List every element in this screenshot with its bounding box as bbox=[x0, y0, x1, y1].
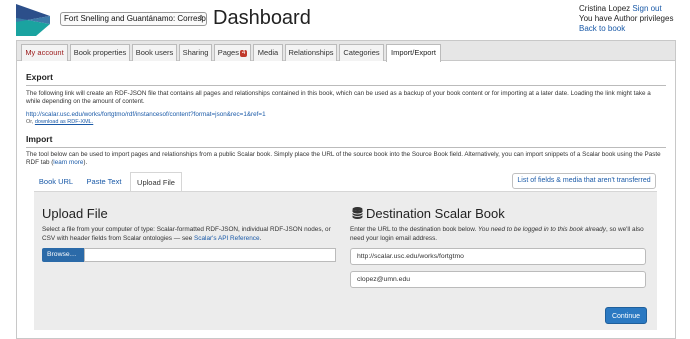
tabs-bar: My account Book properties Book users Sh… bbox=[17, 41, 675, 62]
browse-button[interactable]: Browse… bbox=[42, 248, 84, 262]
tab-relationships[interactable]: Relationships bbox=[285, 44, 337, 61]
database-icon bbox=[352, 207, 363, 219]
tab-paste-text[interactable]: Paste Text bbox=[80, 172, 128, 191]
destination-heading: Destination Scalar Book bbox=[366, 206, 505, 221]
tab-my-account[interactable]: My account bbox=[21, 44, 68, 61]
login-email-input[interactable]: clopez@umn.edu bbox=[350, 271, 646, 288]
api-reference-link[interactable]: Scalar's API Reference bbox=[194, 235, 260, 242]
learn-more-link[interactable]: learn more bbox=[53, 159, 83, 166]
user-box: Cristina Lopez Sign out You have Author … bbox=[579, 4, 673, 34]
tab-book-url[interactable]: Book URL bbox=[34, 172, 78, 191]
import-heading: Import bbox=[26, 134, 53, 144]
destination-description: Enter the URL to the destination book be… bbox=[350, 225, 646, 243]
tab-pages[interactable]: Pages 4 bbox=[214, 44, 251, 61]
book-select[interactable]: Fort Snelling and Guantánamo: Corresp ⇕ bbox=[60, 12, 207, 26]
import-description: The tool below can be used to import pag… bbox=[26, 151, 666, 167]
continue-button[interactable]: Continue bbox=[605, 307, 647, 324]
page-title: Dashboard bbox=[213, 7, 311, 29]
chevron-updown-icon: ⇕ bbox=[198, 15, 204, 22]
or-text: Or, bbox=[26, 119, 34, 125]
back-to-book-link[interactable]: Back to book bbox=[579, 24, 625, 33]
tab-book-users[interactable]: Book users bbox=[132, 44, 177, 61]
tab-import-export[interactable]: Import/Export bbox=[386, 44, 441, 62]
upload-panel: Upload File Select a file from your comp… bbox=[34, 191, 657, 330]
destination-description-emphasis: You need to be logged in to this book al… bbox=[478, 226, 606, 233]
untransferred-fields-button[interactable]: List of fields & media that aren't trans… bbox=[512, 173, 656, 189]
pages-count-badge: 4 bbox=[239, 50, 248, 57]
upload-description-text: Select a file from your computer of type… bbox=[42, 226, 331, 242]
rdf-xml-link[interactable]: download as RDF-XML. bbox=[35, 119, 93, 125]
tab-sharing[interactable]: Sharing bbox=[179, 44, 212, 61]
export-json-link[interactable]: http://scalar.usc.edu/works/fortgtmo/rdf… bbox=[26, 111, 266, 118]
upload-description: Select a file from your computer of type… bbox=[42, 225, 332, 243]
user-name: Cristina Lopez bbox=[579, 4, 631, 13]
privileges-text: You have Author privileges bbox=[579, 14, 674, 23]
import-description-end: ). bbox=[83, 159, 88, 166]
tab-upload-file[interactable]: Upload File bbox=[130, 172, 182, 192]
tab-pages-label: Pages bbox=[217, 48, 239, 57]
upload-file-heading: Upload File bbox=[42, 206, 108, 221]
export-divider bbox=[26, 85, 666, 86]
book-select-value: Fort Snelling and Guantánamo: Corresp bbox=[64, 14, 206, 23]
tab-book-properties[interactable]: Book properties bbox=[70, 44, 130, 61]
destination-url-input[interactable]: http://scalar.usc.edu/works/fortgtmo bbox=[350, 248, 646, 265]
tab-media[interactable]: Media bbox=[253, 44, 283, 61]
export-heading: Export bbox=[26, 72, 53, 82]
import-description-text: The tool below can be used to import pag… bbox=[26, 151, 661, 166]
tab-categories[interactable]: Categories bbox=[339, 44, 384, 61]
destination-description-text: Enter the URL to the destination book be… bbox=[350, 226, 479, 233]
dashboard-panel: My account Book properties Book users Sh… bbox=[16, 40, 676, 339]
export-alt-line: Or, download as RDF-XML. bbox=[26, 119, 93, 125]
sign-out-link[interactable]: Sign out bbox=[632, 4, 661, 13]
export-description: The following link will create an RDF-JS… bbox=[26, 90, 651, 105]
upload-description-end: . bbox=[259, 235, 262, 242]
import-divider bbox=[26, 147, 666, 148]
file-path-field[interactable] bbox=[84, 248, 336, 262]
scalar-logo-icon[interactable] bbox=[16, 4, 50, 36]
